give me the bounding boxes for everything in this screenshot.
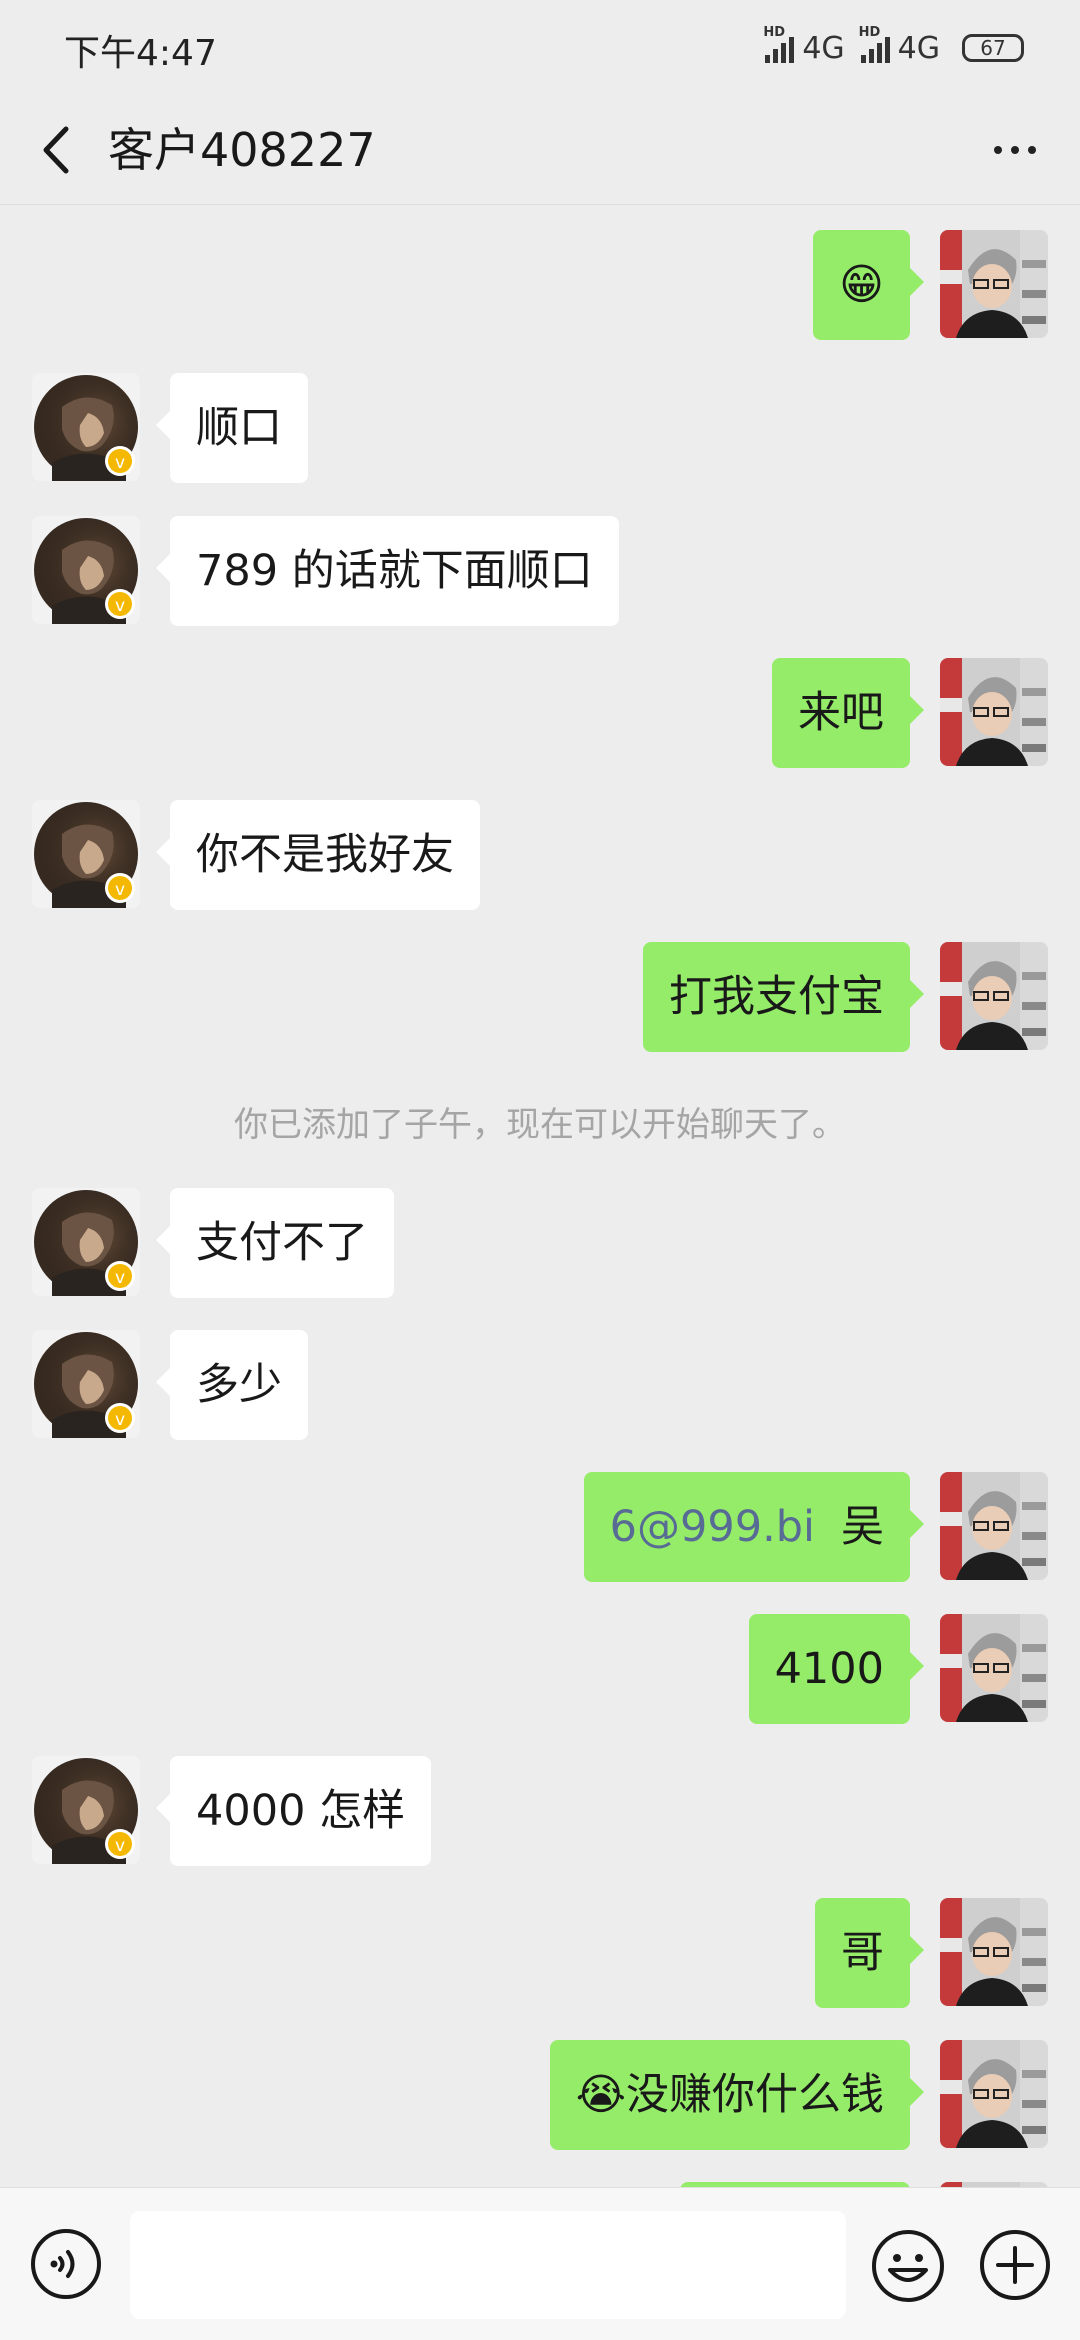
message-bubble[interactable]: 来吧 (772, 658, 924, 768)
message-bubble[interactable]: 789 的话就下面顺口 (156, 516, 619, 626)
signal-icon: HD (763, 25, 795, 63)
plus-icon[interactable] (978, 2228, 1052, 2302)
battery-level: 67 (980, 36, 1006, 60)
dot (1028, 146, 1036, 154)
avatar-contact[interactable] (32, 373, 140, 481)
avatar-contact[interactable] (32, 1330, 140, 1438)
message-row-in: 支付不了 (0, 1188, 1080, 1298)
message-row-out: 😁 (0, 230, 1080, 340)
message-bubble[interactable]: 4100 (748, 1614, 925, 1724)
status-icons: HD 4G HD 4G 67 (763, 25, 1024, 68)
hd-label: HD (763, 25, 785, 40)
more-button[interactable] (980, 115, 1050, 185)
message-bubble[interactable]: 打我支付宝 (643, 942, 924, 1052)
message-row-in: 顺口 (0, 373, 1080, 483)
message-bubble[interactable]: 😁 (813, 230, 924, 340)
avatar-self[interactable] (940, 230, 1048, 338)
message-row-out: 来吧 (0, 658, 1080, 768)
network-type-label: 4G (802, 30, 845, 66)
input-bar (0, 2187, 1080, 2340)
system-notice: 你已添加了子午，现在可以开始聊天了。 (234, 1105, 846, 1145)
avatar-self[interactable] (940, 2040, 1048, 2148)
avatar-self[interactable] (940, 942, 1048, 1050)
message-row-in: 789 的话就下面顺口 (0, 516, 1080, 626)
message-bubble[interactable]: 哥 (815, 1898, 924, 2008)
avatar-contact[interactable] (32, 1756, 140, 1864)
message-list[interactable]: v 😁 (0, 205, 1080, 2270)
avatar-contact[interactable] (32, 1188, 140, 1296)
back-button[interactable] (30, 115, 90, 185)
dot (1011, 146, 1019, 154)
chat-header: 客户408227 (0, 95, 1080, 205)
signal-icon-2: HD (859, 25, 890, 63)
dot (994, 146, 1002, 154)
chevron-left-icon (43, 126, 69, 174)
message-bubble[interactable]: 你不是我好友 (156, 800, 480, 910)
message-row-out: 😭没赚你什么钱 (0, 2040, 1080, 2150)
status-time: 下午4:47 (64, 33, 217, 74)
avatar-contact[interactable] (32, 516, 140, 624)
message-bubble[interactable]: 多少 (156, 1330, 308, 1440)
message-row-out: 哥 (0, 1898, 1080, 2008)
message-row-in: 4000 怎样 (0, 1756, 1080, 1866)
message-row-out: 打我支付宝 (0, 942, 1080, 1052)
message-row-in: 你不是我好友 (0, 800, 1080, 910)
chat-title: 客户408227 (108, 123, 376, 177)
message-text: 吴 (841, 1502, 884, 1552)
message-row-out: 4100 (0, 1614, 1080, 1724)
message-input[interactable] (130, 2211, 846, 2319)
avatar-self[interactable] (940, 1472, 1048, 1580)
avatar-contact[interactable] (32, 800, 140, 908)
emoji-icon[interactable] (870, 2228, 946, 2304)
message-bubble[interactable]: 😭没赚你什么钱 (549, 2040, 925, 2150)
message-bubble[interactable]: 顺口 (156, 373, 308, 483)
hd-label-2: HD (858, 25, 881, 40)
status-bar: 下午4:47 HD 4G HD 4G 67 (0, 0, 1080, 95)
message-bubble[interactable]: 支付不了 (156, 1188, 394, 1298)
email-link[interactable]: 6@999.bi (610, 1502, 815, 1552)
avatar-self[interactable] (940, 1614, 1048, 1722)
network-type-label-2: 4G (897, 30, 940, 66)
message-row-out: 6@999.bi 吴 (0, 1472, 1080, 1582)
message-row-in: 多少 (0, 1330, 1080, 1440)
avatar-self[interactable] (940, 1898, 1048, 2006)
voice-icon[interactable] (30, 2228, 102, 2300)
battery-icon: 67 (962, 34, 1024, 62)
message-bubble[interactable]: 4000 怎样 (155, 1756, 432, 1866)
message-bubble[interactable]: 6@999.bi 吴 (583, 1472, 925, 1582)
avatar-self[interactable] (940, 658, 1048, 766)
